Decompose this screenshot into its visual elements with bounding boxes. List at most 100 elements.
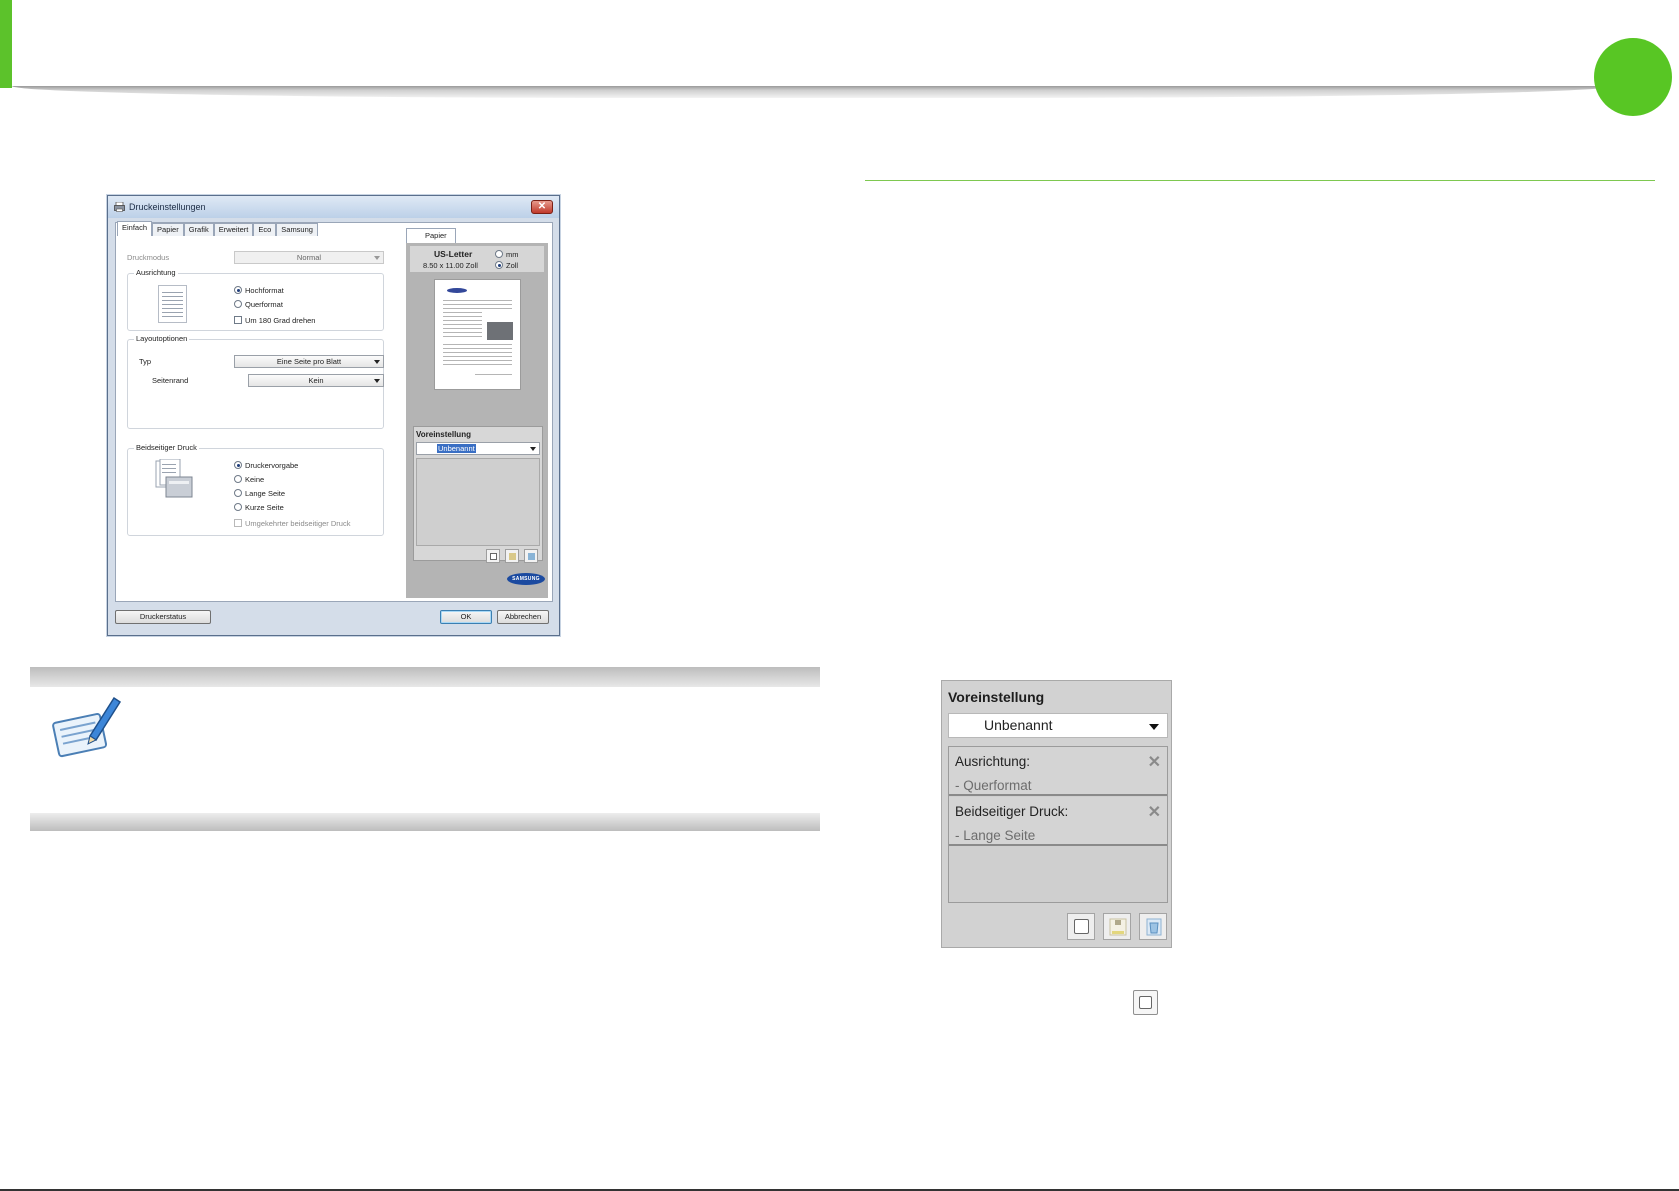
cancel-button[interactable]: Abbrechen bbox=[497, 610, 549, 624]
radio-hochformat[interactable] bbox=[234, 286, 242, 294]
save-preset-button[interactable] bbox=[505, 549, 519, 563]
druckmodus-label: Druckmodus bbox=[127, 253, 170, 262]
preset-panel-select[interactable]: Unbenannt bbox=[948, 713, 1168, 738]
hochformat-label: Hochformat bbox=[245, 286, 284, 295]
seitenrand-value: Kein bbox=[308, 376, 324, 385]
printer-status-button[interactable]: Druckerstatus bbox=[115, 610, 211, 624]
preset-value: Unbenannt bbox=[437, 444, 476, 453]
new-icon bbox=[490, 553, 497, 560]
radio-kurze-seite[interactable] bbox=[234, 503, 242, 511]
dialog-titlebar: Druckeinstellungen ✕ bbox=[108, 196, 559, 218]
chevron-down-icon bbox=[374, 360, 380, 364]
trash-icon bbox=[1146, 918, 1162, 936]
delete-preset-button[interactable] bbox=[524, 549, 538, 563]
portrait-page-icon bbox=[158, 285, 187, 323]
new-preset-inline-icon bbox=[1133, 990, 1158, 1015]
paper-size: 8.50 x 11.00 Zoll bbox=[423, 261, 478, 270]
paper-info: US-Letter 8.50 x 11.00 Zoll mm Zoll bbox=[410, 246, 544, 272]
preset-title: Voreinstellung bbox=[416, 430, 471, 439]
note-bottom-bar bbox=[30, 813, 820, 831]
page-accent-tab bbox=[0, 0, 12, 88]
layout-title: Layoutoptionen bbox=[134, 334, 190, 343]
ok-button[interactable]: OK bbox=[440, 610, 492, 624]
preset-list bbox=[416, 458, 540, 546]
duplex-printer-icon bbox=[155, 459, 193, 498]
chevron-down-icon bbox=[374, 379, 380, 383]
druckervorgabe-label: Druckervorgabe bbox=[245, 461, 299, 470]
tab-samsung[interactable]: Samsung bbox=[276, 223, 318, 236]
logo-mark bbox=[447, 288, 467, 293]
preset-item-ausrichtung: Ausrichtung: - Querformat ✕ bbox=[949, 747, 1167, 796]
preset-item-value: - Querformat bbox=[955, 778, 1032, 793]
preset-panel-title: Voreinstellung bbox=[948, 689, 1045, 705]
preset-box: Voreinstellung Unbenannt bbox=[413, 426, 543, 563]
typ-label: Typ bbox=[139, 357, 152, 366]
preset-select[interactable]: Unbenannt bbox=[416, 442, 540, 455]
preview-panel: US-Letter 8.50 x 11.00 Zoll mm Zoll Vore… bbox=[406, 243, 548, 598]
typ-value: Eine Seite pro Blatt bbox=[276, 357, 342, 366]
new-preset-button[interactable] bbox=[486, 549, 500, 563]
preview-tab-label: Papier bbox=[425, 231, 447, 240]
ausrichtung-title: Ausrichtung bbox=[134, 268, 178, 277]
remove-icon[interactable]: ✕ bbox=[1148, 802, 1161, 822]
unit-mm-label: mm bbox=[506, 250, 519, 259]
save-icon bbox=[1109, 918, 1127, 936]
radio-zoll[interactable] bbox=[495, 261, 503, 269]
page-preview bbox=[434, 279, 521, 390]
chevron-down-icon bbox=[374, 256, 380, 260]
tab-preview-papier[interactable]: Papier bbox=[406, 228, 456, 243]
save-icon bbox=[509, 553, 516, 560]
new-preset-button[interactable] bbox=[1067, 913, 1095, 940]
seitenrand-label: Seitenrand bbox=[152, 376, 189, 385]
radio-lange-seite[interactable] bbox=[234, 489, 242, 497]
preset-item-head: Beidseitiger Druck: bbox=[955, 804, 1069, 819]
radio-mm[interactable] bbox=[495, 250, 503, 258]
new-icon bbox=[1074, 919, 1089, 934]
preset-item-head: Ausrichtung: bbox=[955, 754, 1031, 769]
preset-item-duplex: Beidseitiger Druck: - Lange Seite ✕ bbox=[949, 797, 1167, 846]
save-preset-button[interactable] bbox=[1103, 913, 1131, 940]
printer-icon bbox=[114, 202, 125, 212]
radio-keine[interactable] bbox=[234, 475, 242, 483]
tab-einfach[interactable]: Einfach bbox=[117, 221, 153, 236]
radio-querformat[interactable] bbox=[234, 300, 242, 308]
preset-panel-list: Ausrichtung: - Querformat ✕ Beidseitiger… bbox=[948, 746, 1168, 903]
reverse-duplex-label: Umgekehrter beidseitiger Druck bbox=[245, 519, 351, 528]
tab-papier[interactable]: Papier bbox=[152, 223, 184, 236]
preview-photo bbox=[487, 322, 513, 340]
samsung-logo: SAMSUNG bbox=[507, 573, 545, 585]
remove-icon[interactable]: ✕ bbox=[1148, 752, 1161, 772]
tab-grafik[interactable]: Grafik bbox=[183, 223, 214, 236]
print-settings-dialog: Druckeinstellungen ✕ Einfach Papier Graf… bbox=[107, 195, 560, 636]
keine-label: Keine bbox=[245, 475, 265, 484]
dialog-title: Druckeinstellungen bbox=[129, 202, 206, 212]
unit-zoll-label: Zoll bbox=[506, 261, 519, 270]
delete-preset-button[interactable] bbox=[1139, 913, 1167, 940]
new-icon bbox=[1139, 996, 1152, 1009]
header-divider bbox=[12, 86, 1612, 98]
lange-seite-label: Lange Seite bbox=[245, 489, 286, 498]
tab-eco[interactable]: Eco bbox=[253, 223, 277, 236]
paper-name: US-Letter bbox=[434, 249, 473, 259]
chevron-down-icon bbox=[1149, 724, 1159, 730]
tab-erweitert[interactable]: Erweitert bbox=[213, 223, 254, 236]
preset-item-value: - Lange Seite bbox=[955, 828, 1036, 843]
rotate-checkbox[interactable] bbox=[234, 316, 242, 324]
reverse-duplex-checkbox[interactable] bbox=[234, 519, 242, 527]
trash-icon bbox=[528, 553, 535, 560]
preset-panel-value: Unbenannt bbox=[984, 717, 1053, 733]
tab-bar: Einfach Papier Grafik Erweitert Eco Sams… bbox=[117, 221, 318, 236]
preset-panel-zoom: Voreinstellung Unbenannt Ausrichtung: - … bbox=[941, 680, 1172, 948]
close-button[interactable]: ✕ bbox=[531, 200, 553, 214]
seitenrand-select[interactable]: Kein bbox=[248, 374, 384, 387]
rotate-label: Um 180 Grad drehen bbox=[245, 316, 316, 325]
note-top-bar bbox=[30, 667, 820, 687]
typ-select[interactable]: Eine Seite pro Blatt bbox=[234, 355, 384, 368]
radio-druckervorgabe[interactable] bbox=[234, 461, 242, 469]
section-rule bbox=[865, 180, 1655, 181]
kurze-seite-label: Kurze Seite bbox=[245, 503, 284, 512]
druckmodus-select[interactable]: Normal bbox=[234, 251, 384, 264]
druckmodus-value: Normal bbox=[296, 253, 322, 262]
querformat-label: Querformat bbox=[245, 300, 283, 309]
chapter-marker bbox=[1594, 38, 1672, 116]
